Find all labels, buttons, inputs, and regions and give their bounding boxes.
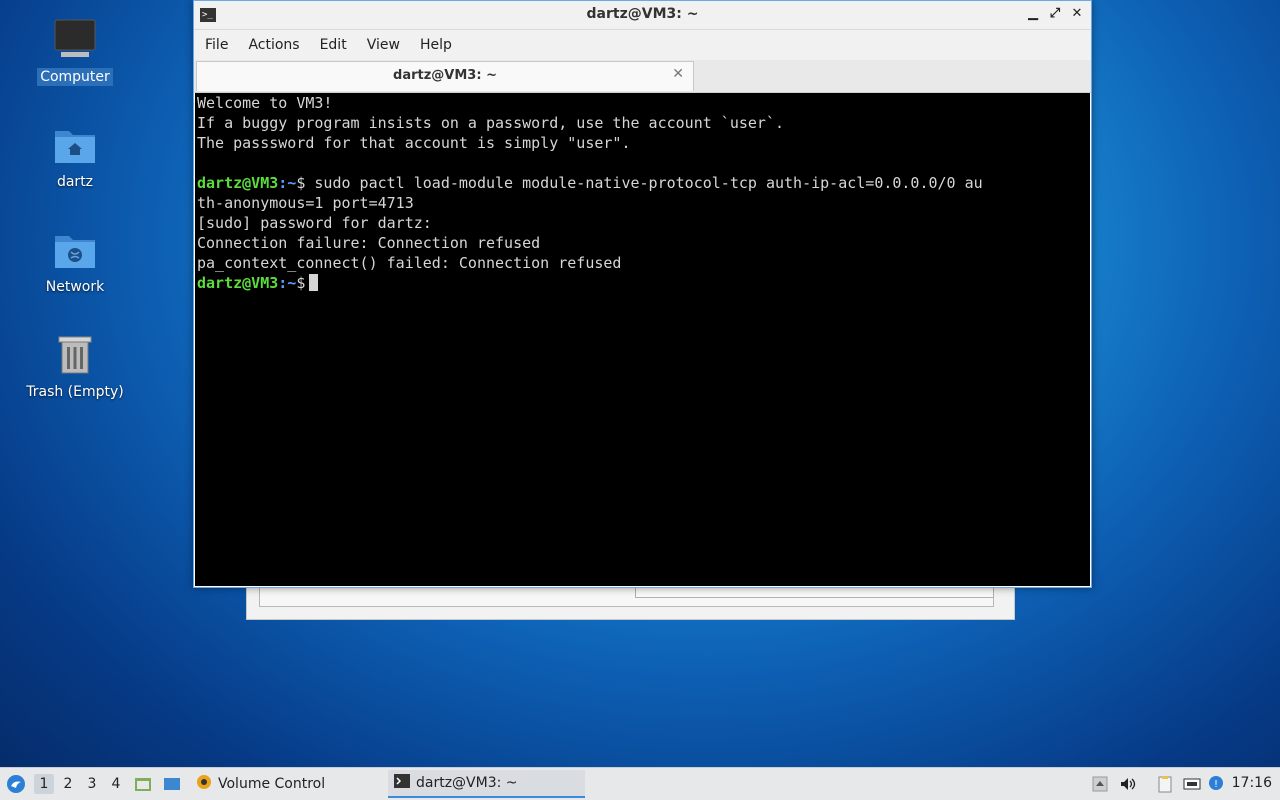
workspace-1[interactable]: 1 xyxy=(34,774,54,794)
command-text: sudo pactl load-module module-native-pro… xyxy=(305,174,983,192)
volume-icon[interactable] xyxy=(1119,775,1137,793)
network-folder-icon xyxy=(51,226,99,274)
update-notifier-icon[interactable]: ! xyxy=(1208,775,1226,793)
prompt-line[interactable]: dartz@VM3:~$ xyxy=(197,273,1088,293)
window-title: dartz@VM3: ~ xyxy=(586,6,699,22)
workspace-2[interactable]: 2 xyxy=(58,774,78,794)
workspace-3[interactable]: 3 xyxy=(82,774,102,794)
prompt-user: dartz@VM3 xyxy=(197,174,279,192)
volume-control-icon xyxy=(196,774,212,794)
tab-close-icon[interactable]: ✕ xyxy=(672,66,684,82)
show-desktop-icon[interactable] xyxy=(163,775,181,793)
svg-text:!: ! xyxy=(1214,779,1218,790)
prompt-user: dartz@VM3 xyxy=(197,274,279,292)
menu-bar: File Actions Edit View Help xyxy=(194,30,1091,60)
terminal-output[interactable]: Welcome to VM3! If a buggy program insis… xyxy=(195,93,1090,586)
close-button[interactable]: ✕ xyxy=(1069,6,1085,22)
output-line: If a buggy program insists on a password… xyxy=(197,114,784,132)
workspace-4[interactable]: 4 xyxy=(106,774,126,794)
network-tray-icon[interactable] xyxy=(1183,775,1201,793)
monitor-icon xyxy=(51,16,99,64)
task-label: dartz@VM3: ~ xyxy=(416,775,518,791)
desktop-icon-label: Computer xyxy=(37,68,113,86)
task-label: Volume Control xyxy=(218,776,326,792)
desktop-icon-label: Network xyxy=(45,279,105,295)
menu-actions[interactable]: Actions xyxy=(241,37,306,53)
clipboard-icon[interactable] xyxy=(1156,775,1174,793)
output-line: [sudo] password for dartz: xyxy=(197,214,432,232)
prompt-path: :~ xyxy=(278,174,297,192)
desktop-icon-computer[interactable]: Computer xyxy=(20,16,130,86)
prompt-path: :~ xyxy=(278,274,297,292)
output-line: th-anonymous=1 port=4713 xyxy=(197,194,414,212)
menu-edit[interactable]: Edit xyxy=(313,37,354,53)
tab-bar: dartz@VM3: ~ ✕ xyxy=(194,60,1091,93)
output-line: Welcome to VM3! xyxy=(197,94,333,112)
home-folder-icon xyxy=(51,121,99,169)
text-cursor xyxy=(309,274,319,291)
desktop-icon-label: Trash (Empty) xyxy=(26,384,124,400)
command-line: dartz@VM3:~$ sudo pactl load-module modu… xyxy=(197,173,1088,193)
desktop-icon-home[interactable]: dartz xyxy=(20,121,130,191)
taskbar: 1 2 3 4 Volume Control dartz@VM3: ~ ! 17… xyxy=(0,767,1280,800)
minimize-button[interactable]: ▁ xyxy=(1025,6,1041,22)
tab-title: dartz@VM3: ~ xyxy=(393,68,497,83)
tab-terminal[interactable]: dartz@VM3: ~ ✕ xyxy=(196,61,694,91)
menu-help[interactable]: Help xyxy=(413,37,459,53)
terminal-icon xyxy=(394,773,410,793)
tray-up-arrow-icon[interactable] xyxy=(1091,775,1109,793)
desktop-icon-network[interactable]: Network xyxy=(20,226,130,296)
menu-view[interactable]: View xyxy=(360,37,407,53)
task-volume-control[interactable]: Volume Control xyxy=(190,770,331,798)
task-terminal[interactable]: dartz@VM3: ~ xyxy=(388,770,585,798)
trash-icon xyxy=(51,331,99,379)
prompt-symbol: $ xyxy=(296,274,306,292)
start-menu-icon[interactable] xyxy=(6,774,26,794)
maximize-button[interactable]: ⤢ xyxy=(1047,6,1063,22)
window-titlebar[interactable]: >_ dartz@VM3: ~ ▁ ⤢ ✕ xyxy=(194,1,1091,30)
output-line: The passsword for that account is simply… xyxy=(197,134,631,152)
terminal-window[interactable]: >_ dartz@VM3: ~ ▁ ⤢ ✕ File Actions Edit … xyxy=(193,0,1092,588)
output-line: Connection failure: Connection refused xyxy=(197,234,541,252)
desktop-icon-label: dartz xyxy=(56,174,94,190)
output-line: pa_context_connect() failed: Connection … xyxy=(197,254,622,272)
menu-file[interactable]: File xyxy=(198,37,235,53)
file-manager-icon[interactable] xyxy=(134,775,152,793)
desktop-icon-trash[interactable]: Trash (Empty) xyxy=(20,331,130,401)
clock[interactable]: 17:16 xyxy=(1232,775,1272,791)
